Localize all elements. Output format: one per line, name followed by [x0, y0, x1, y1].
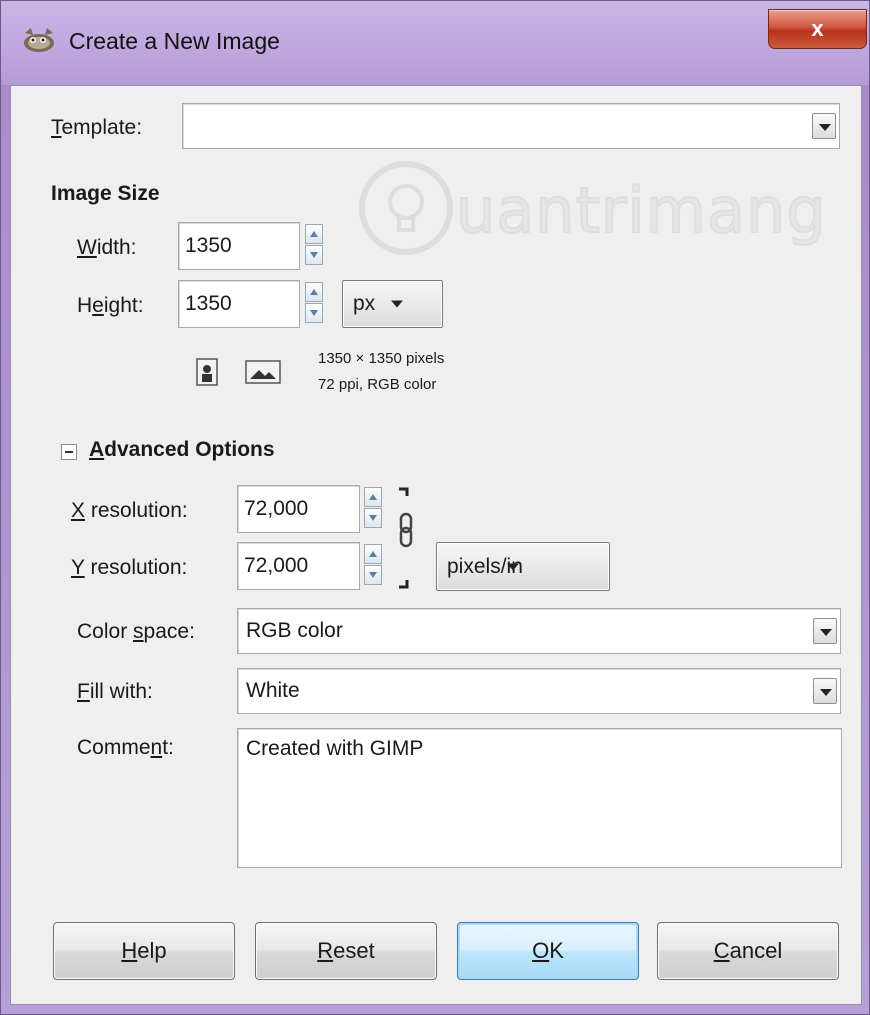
fill-with-select[interactable]: White [237, 668, 841, 714]
chevron-down-icon[interactable] [813, 678, 837, 704]
template-select[interactable] [182, 103, 840, 149]
height-down-icon[interactable] [305, 303, 323, 323]
width-input[interactable]: 1350 [178, 222, 300, 270]
height-input[interactable]: 1350 [178, 280, 300, 328]
chain-link-icon[interactable] [395, 486, 417, 590]
image-info-line1: 1350 × 1350 pixels [318, 350, 445, 367]
height-label: Height: [77, 294, 144, 317]
size-unit-button[interactable]: px [342, 280, 443, 328]
y-resolution-input[interactable]: 72,000 [237, 542, 360, 590]
chevron-down-icon [391, 300, 403, 308]
reset-button[interactable]: Reset [255, 922, 437, 980]
y-resolution-down-icon[interactable] [364, 565, 382, 585]
color-space-label: Color space: [77, 620, 195, 643]
width-down-icon[interactable] [305, 245, 323, 265]
resolution-unit-button[interactable]: pixels/in [436, 542, 610, 591]
comment-value: Created with GIMP [246, 737, 424, 760]
y-resolution-up-icon[interactable] [364, 544, 382, 564]
image-info-line2: 72 ppi, RGB color [318, 376, 437, 393]
watermark: uantrimang [356, 158, 856, 278]
watermark-text: uantrimang [455, 173, 827, 248]
window-title: Create a New Image [69, 28, 280, 54]
x-resolution-value: 72,000 [244, 497, 309, 520]
gimp-wilber-icon [24, 28, 54, 52]
width-stepper[interactable] [305, 224, 323, 266]
x-resolution-up-icon[interactable] [364, 487, 382, 507]
height-stepper[interactable] [305, 282, 323, 324]
ok-button[interactable]: OK [457, 922, 639, 980]
comment-textarea[interactable]: Created with GIMP [237, 728, 842, 868]
fill-with-value: White [246, 679, 300, 702]
x-resolution-stepper[interactable] [364, 487, 382, 529]
advanced-options-heading[interactable]: Advanced Options [89, 438, 275, 462]
width-label: Width: [77, 236, 137, 259]
help-button[interactable]: Help [53, 922, 235, 980]
y-resolution-value: 72,000 [244, 554, 309, 577]
x-resolution-input[interactable]: 72,000 [237, 485, 360, 533]
width-value: 1350 [185, 234, 232, 257]
height-up-icon[interactable] [305, 282, 323, 302]
image-size-heading: Image Size [51, 182, 160, 205]
color-space-select[interactable]: RGB color [237, 608, 841, 654]
close-button[interactable]: x [768, 9, 867, 49]
dialog-window: Create a New Image x uantrimang Template… [0, 0, 870, 1015]
cancel-button[interactable]: Cancel [657, 922, 839, 980]
x-resolution-down-icon[interactable] [364, 508, 382, 528]
collapse-icon[interactable] [61, 444, 77, 460]
chevron-down-icon[interactable] [813, 618, 837, 644]
comment-label: Comment: [77, 736, 174, 759]
portrait-icon[interactable] [194, 358, 220, 386]
width-up-icon[interactable] [305, 224, 323, 244]
chevron-down-icon [507, 563, 519, 570]
color-space-value: RGB color [246, 619, 343, 642]
title-bar[interactable]: Create a New Image x [1, 1, 869, 85]
landscape-icon[interactable] [245, 360, 281, 384]
template-label: Template: [51, 116, 143, 139]
size-unit-value: px [353, 292, 376, 315]
chevron-down-icon[interactable] [812, 113, 836, 139]
lightbulb-icon [359, 161, 453, 255]
height-value: 1350 [185, 292, 232, 315]
fill-with-label: Fill with: [77, 680, 153, 703]
dialog-body: uantrimang Template: Image Size Width: 1… [10, 85, 862, 1005]
x-resolution-label: X resolution: [71, 499, 188, 522]
close-icon: x [811, 16, 824, 41]
y-resolution-label: Y resolution: [71, 556, 188, 579]
y-resolution-stepper[interactable] [364, 544, 382, 586]
